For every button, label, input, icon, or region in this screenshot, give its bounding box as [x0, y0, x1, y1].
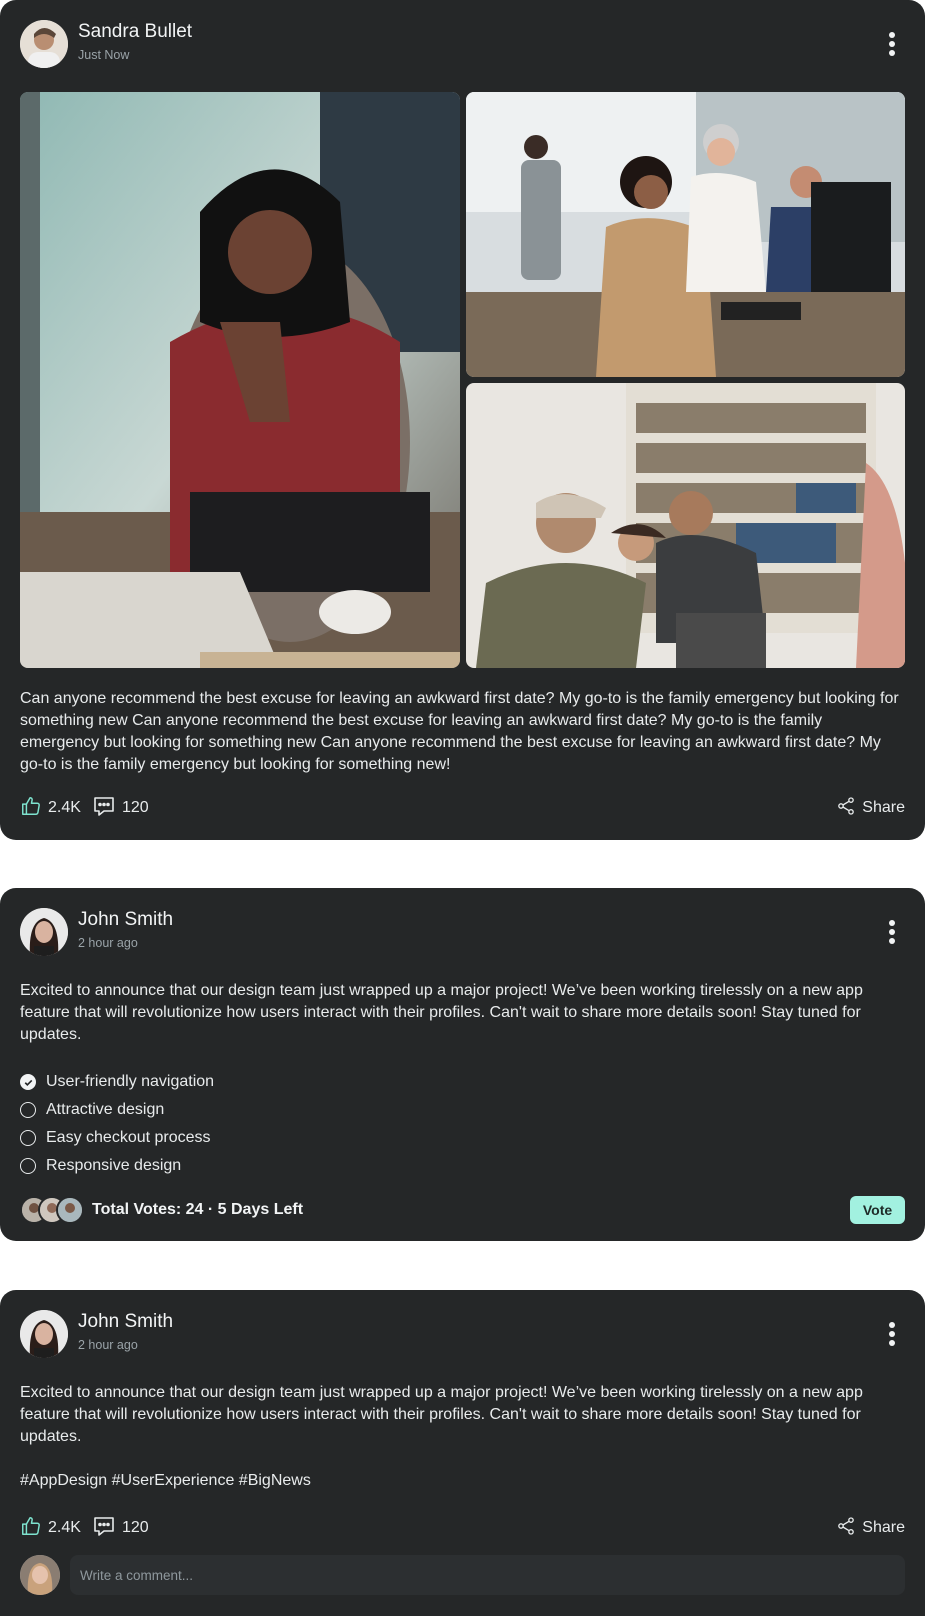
- vote-summary: Total Votes: 24 · 5 Days Left: [20, 1196, 303, 1224]
- more-vertical-icon[interactable]: [887, 32, 897, 56]
- check-icon: [20, 1074, 36, 1090]
- more-vertical-icon[interactable]: [887, 920, 897, 944]
- author-name[interactable]: John Smith: [78, 909, 173, 931]
- more-vertical-icon[interactable]: [887, 1322, 897, 1346]
- post-text: Excited to announce that our design team…: [20, 982, 863, 1043]
- post-actions: 2.4K 120 Share: [20, 1514, 905, 1542]
- share-label: Share: [862, 799, 905, 816]
- comment-count: 120: [122, 1519, 149, 1536]
- hashtags[interactable]: #AppDesign #UserExperience #BigNews: [20, 1472, 311, 1490]
- poll-option-label: User-friendly navigation: [46, 1073, 215, 1090]
- post-text: Excited to announce that our design team…: [20, 1384, 863, 1445]
- share-label: Share: [862, 1519, 905, 1536]
- poll-option-label: Responsive design: [46, 1157, 182, 1174]
- thumbs-up-icon: [20, 795, 42, 822]
- share-icon: [836, 1516, 856, 1541]
- comment-button[interactable]: 120: [92, 794, 149, 822]
- vote-button[interactable]: Vote: [850, 1196, 905, 1224]
- poll-option[interactable]: Easy checkout process: [20, 1124, 320, 1152]
- avatar[interactable]: [20, 1310, 68, 1358]
- avatar[interactable]: [20, 20, 68, 68]
- vote-summary-text: Total Votes: 24 · 5 Days Left: [92, 1201, 304, 1218]
- photo-woman-laptop[interactable]: [20, 92, 460, 668]
- comment-input[interactable]: [70, 1555, 905, 1595]
- like-button[interactable]: 2.4K: [20, 1514, 81, 1542]
- share-icon: [836, 796, 856, 821]
- like-count: 2.4K: [48, 799, 81, 816]
- poll: User-friendly navigation Attractive desi…: [20, 1068, 320, 1180]
- post-card-2: John Smith 2 hour ago Excited to announc…: [0, 888, 925, 1241]
- avatar: [20, 1555, 60, 1595]
- avatar[interactable]: [20, 908, 68, 956]
- post-header: John Smith 2 hour ago: [20, 908, 905, 956]
- share-button[interactable]: Share: [836, 1514, 905, 1542]
- post-header: John Smith 2 hour ago: [20, 1310, 905, 1358]
- post-header: Sandra Bullet Just Now: [20, 20, 905, 68]
- post-time: Just Now: [78, 48, 130, 62]
- author-name[interactable]: John Smith: [78, 1311, 173, 1333]
- comment-composer: [20, 1555, 905, 1595]
- like-button[interactable]: 2.4K: [20, 794, 81, 822]
- post-time: 2 hour ago: [78, 1338, 138, 1352]
- comment-bubble-icon: [92, 1515, 116, 1542]
- radio-icon: [20, 1130, 36, 1146]
- poll-option-label: Attractive design: [46, 1101, 165, 1118]
- radio-icon: [20, 1158, 36, 1174]
- post-text: Can anyone recommend the best excuse for…: [20, 690, 899, 773]
- poll-option-label: Easy checkout process: [46, 1129, 211, 1146]
- poll-option[interactable]: Attractive design: [20, 1096, 320, 1124]
- poll-option[interactable]: User-friendly navigation: [20, 1068, 320, 1096]
- thumbs-up-icon: [20, 1515, 42, 1542]
- author-name[interactable]: Sandra Bullet: [78, 21, 192, 43]
- share-button[interactable]: Share: [836, 794, 905, 822]
- comment-count: 120: [122, 799, 149, 816]
- comment-bubble-icon: [92, 795, 116, 822]
- photo-gallery: [20, 92, 905, 668]
- post-time: 2 hour ago: [78, 936, 138, 950]
- photo-library-group[interactable]: [466, 383, 905, 668]
- photo-office-team[interactable]: [466, 92, 905, 377]
- poll-option[interactable]: Responsive design: [20, 1152, 320, 1180]
- radio-icon: [20, 1102, 36, 1118]
- post-card-1: Sandra Bullet Just Now Can anyone recomm…: [0, 0, 925, 840]
- comment-button[interactable]: 120: [92, 1514, 149, 1542]
- voter-avatar: [56, 1196, 84, 1224]
- post-actions: 2.4K 120 Share: [20, 794, 905, 822]
- like-count: 2.4K: [48, 1519, 81, 1536]
